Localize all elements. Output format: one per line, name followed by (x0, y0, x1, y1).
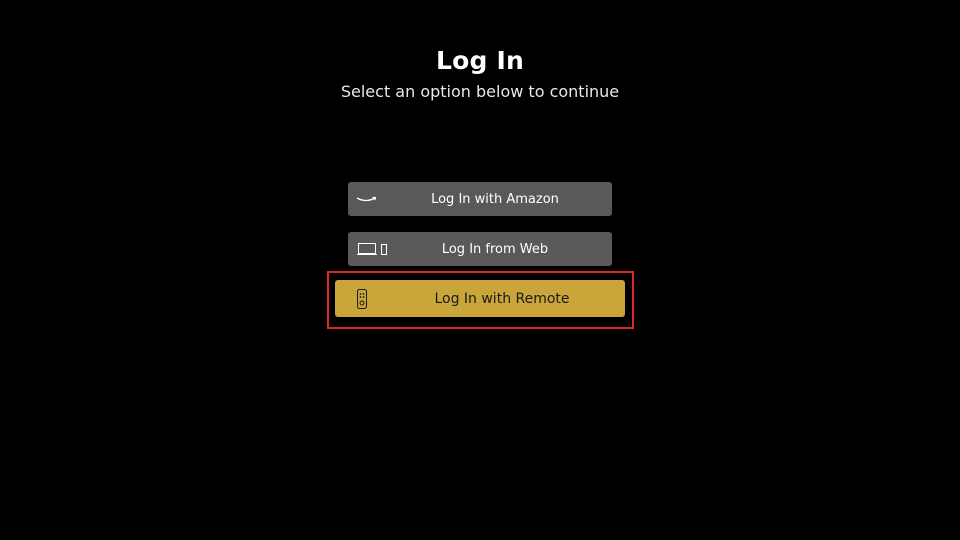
laptop-phone-icon (356, 241, 390, 257)
login-with-remote-label: Log In with Remote (434, 290, 570, 307)
login-with-amazon-label: Log In with Amazon (431, 191, 559, 207)
login-with-remote-button[interactable]: Log In with Remote (335, 280, 625, 317)
login-from-web-button[interactable]: Log In from Web (348, 232, 612, 266)
remote-icon (355, 288, 369, 310)
page-subtitle: Select an option below to continue (340, 82, 620, 101)
page-title: Log In (435, 46, 524, 75)
amazon-smile-icon (356, 191, 378, 207)
login-with-amazon-button[interactable]: Log In with Amazon (348, 182, 612, 216)
